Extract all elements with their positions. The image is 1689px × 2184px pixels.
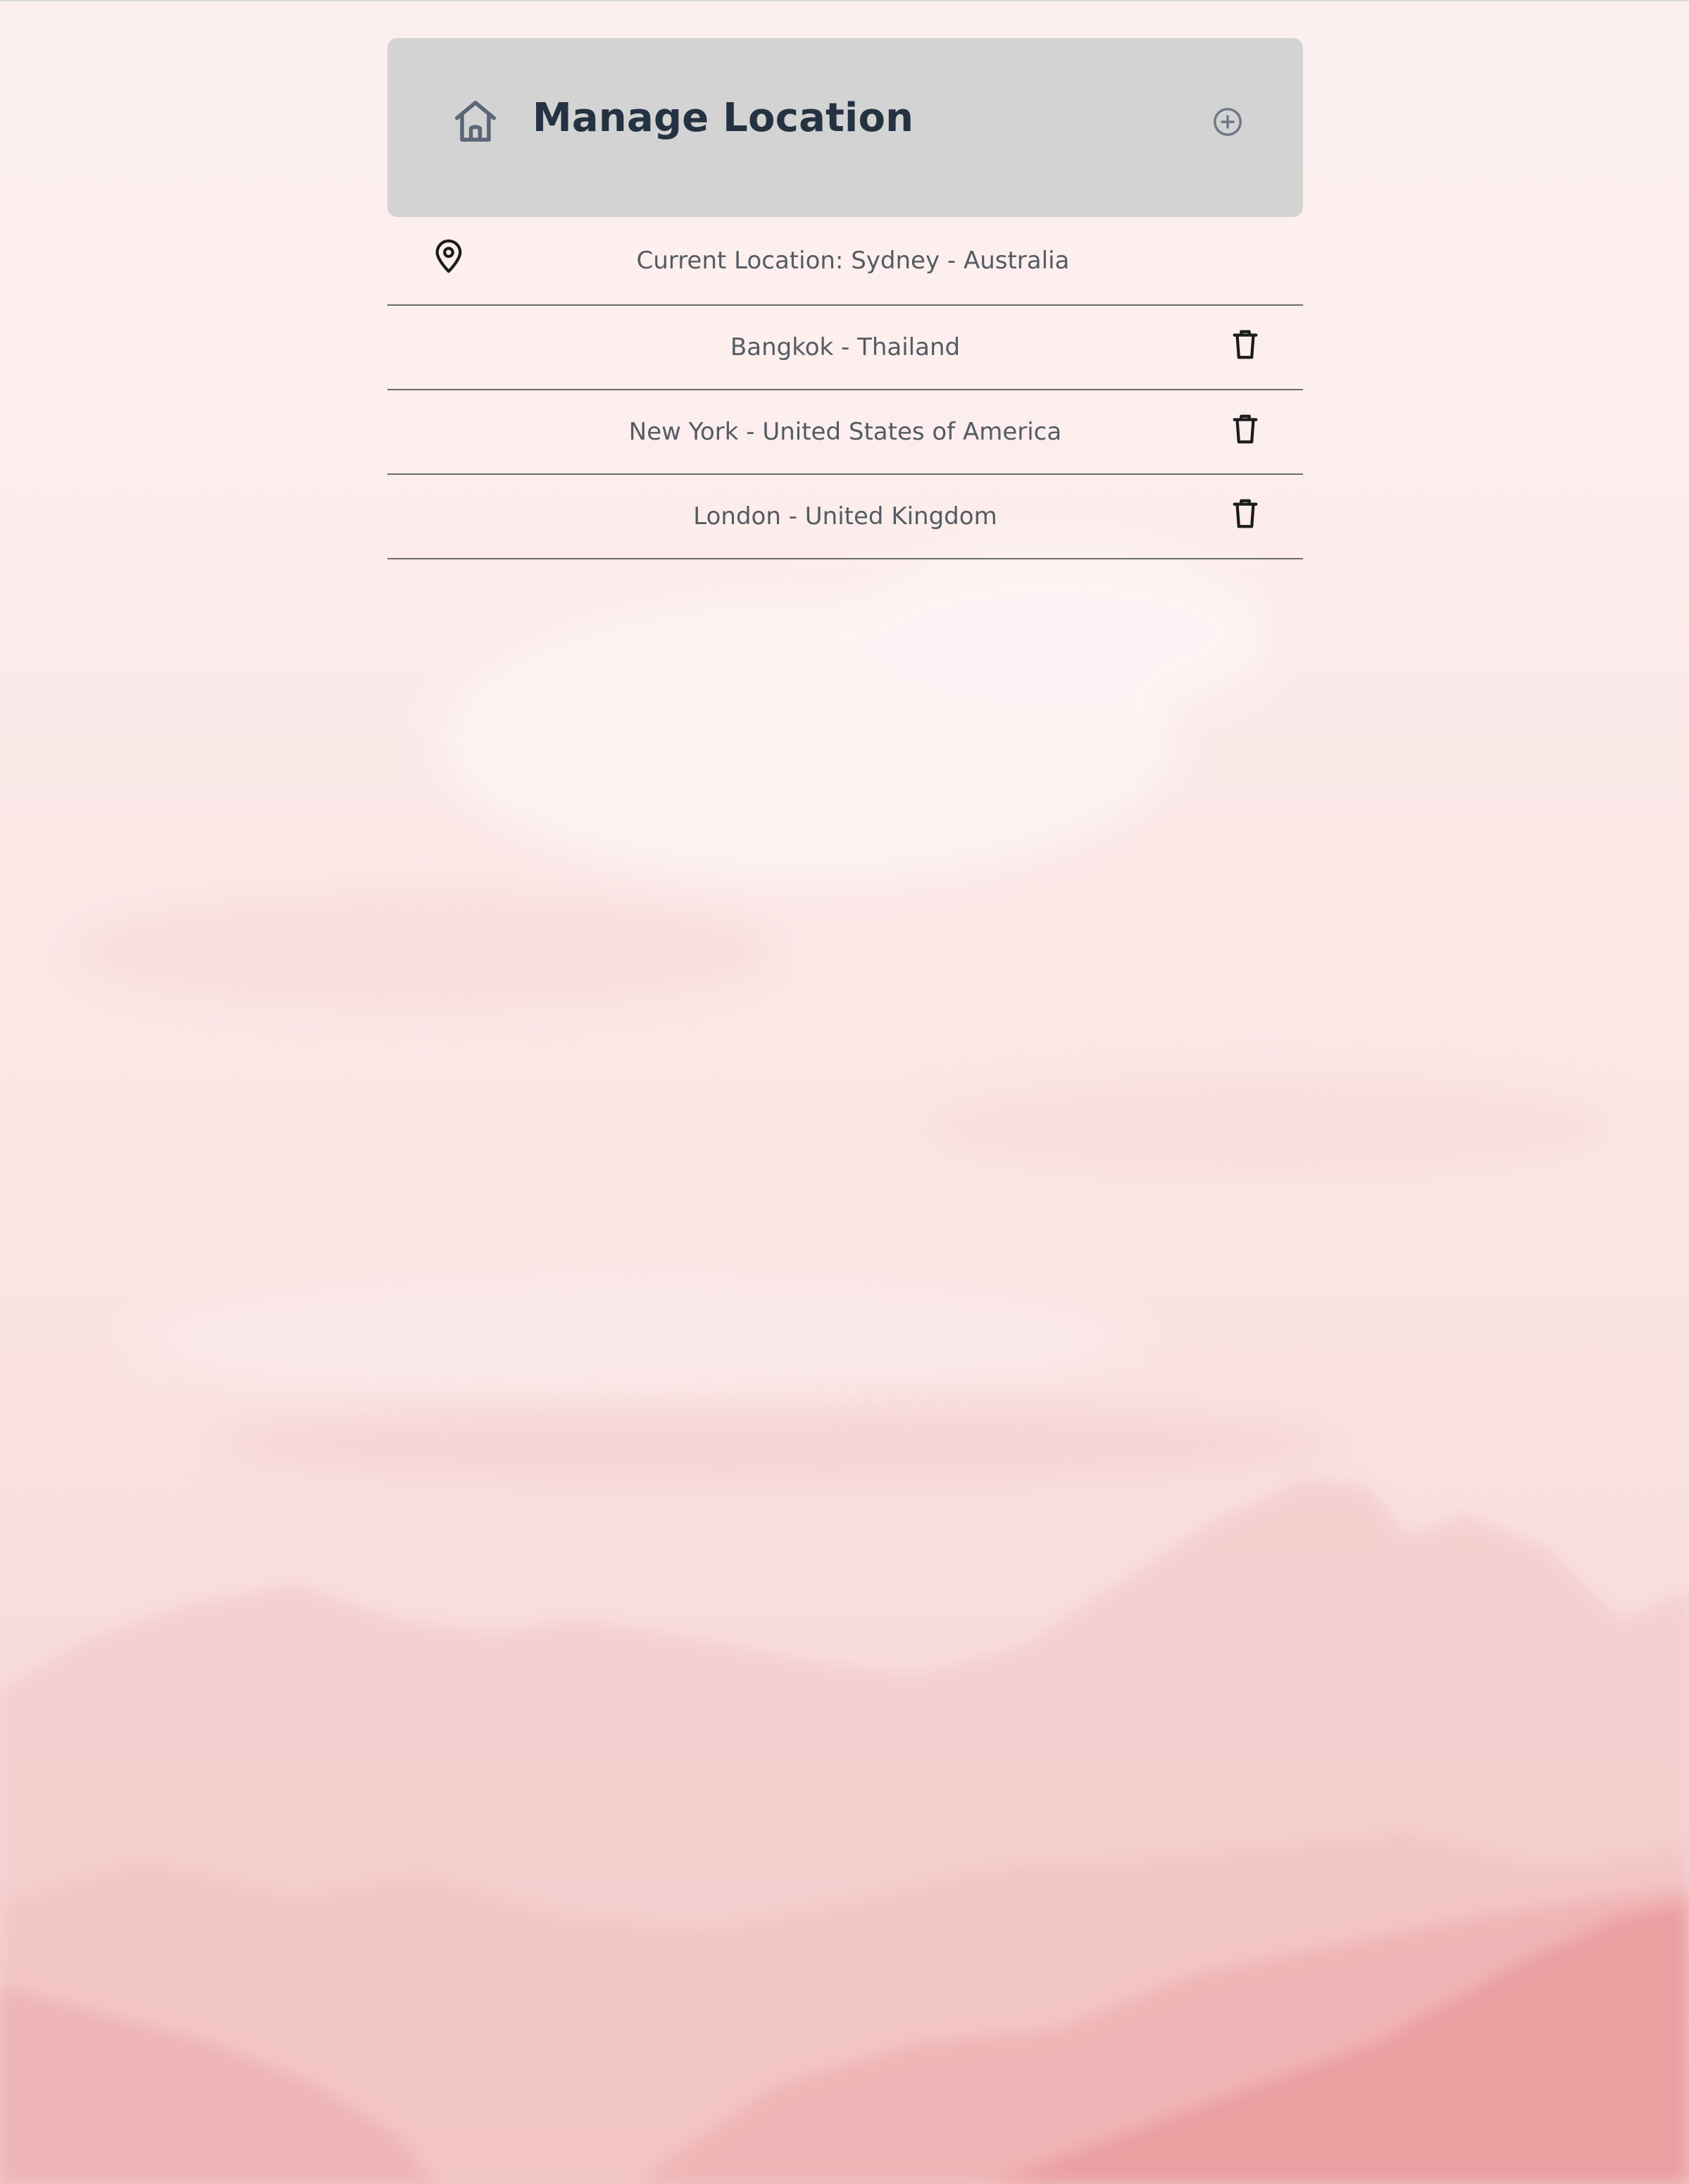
- plus-circle-icon[interactable]: [1211, 106, 1244, 138]
- header-bar: Manage Location: [387, 38, 1303, 217]
- location-name: London - United Kingdom: [693, 502, 997, 531]
- trash-icon[interactable]: [1231, 413, 1259, 445]
- trash-icon[interactable]: [1231, 328, 1259, 361]
- home-icon[interactable]: [451, 97, 500, 146]
- location-row-new-york[interactable]: New York - United States of America: [387, 390, 1303, 475]
- trash-icon[interactable]: [1231, 497, 1259, 530]
- page-title: Manage Location: [532, 95, 914, 141]
- location-row-bangkok[interactable]: Bangkok - Thailand: [387, 306, 1303, 390]
- location-row-london[interactable]: London - United Kingdom: [387, 475, 1303, 559]
- location-name: Bangkok - Thailand: [730, 333, 961, 361]
- manage-location-panel: Manage Location Current Location: Sydney…: [387, 38, 1303, 559]
- current-location-row: Current Location: Sydney - Australia: [387, 217, 1303, 306]
- current-location-label: Current Location: Sydney - Australia: [636, 247, 1070, 275]
- location-name: New York - United States of America: [628, 418, 1062, 446]
